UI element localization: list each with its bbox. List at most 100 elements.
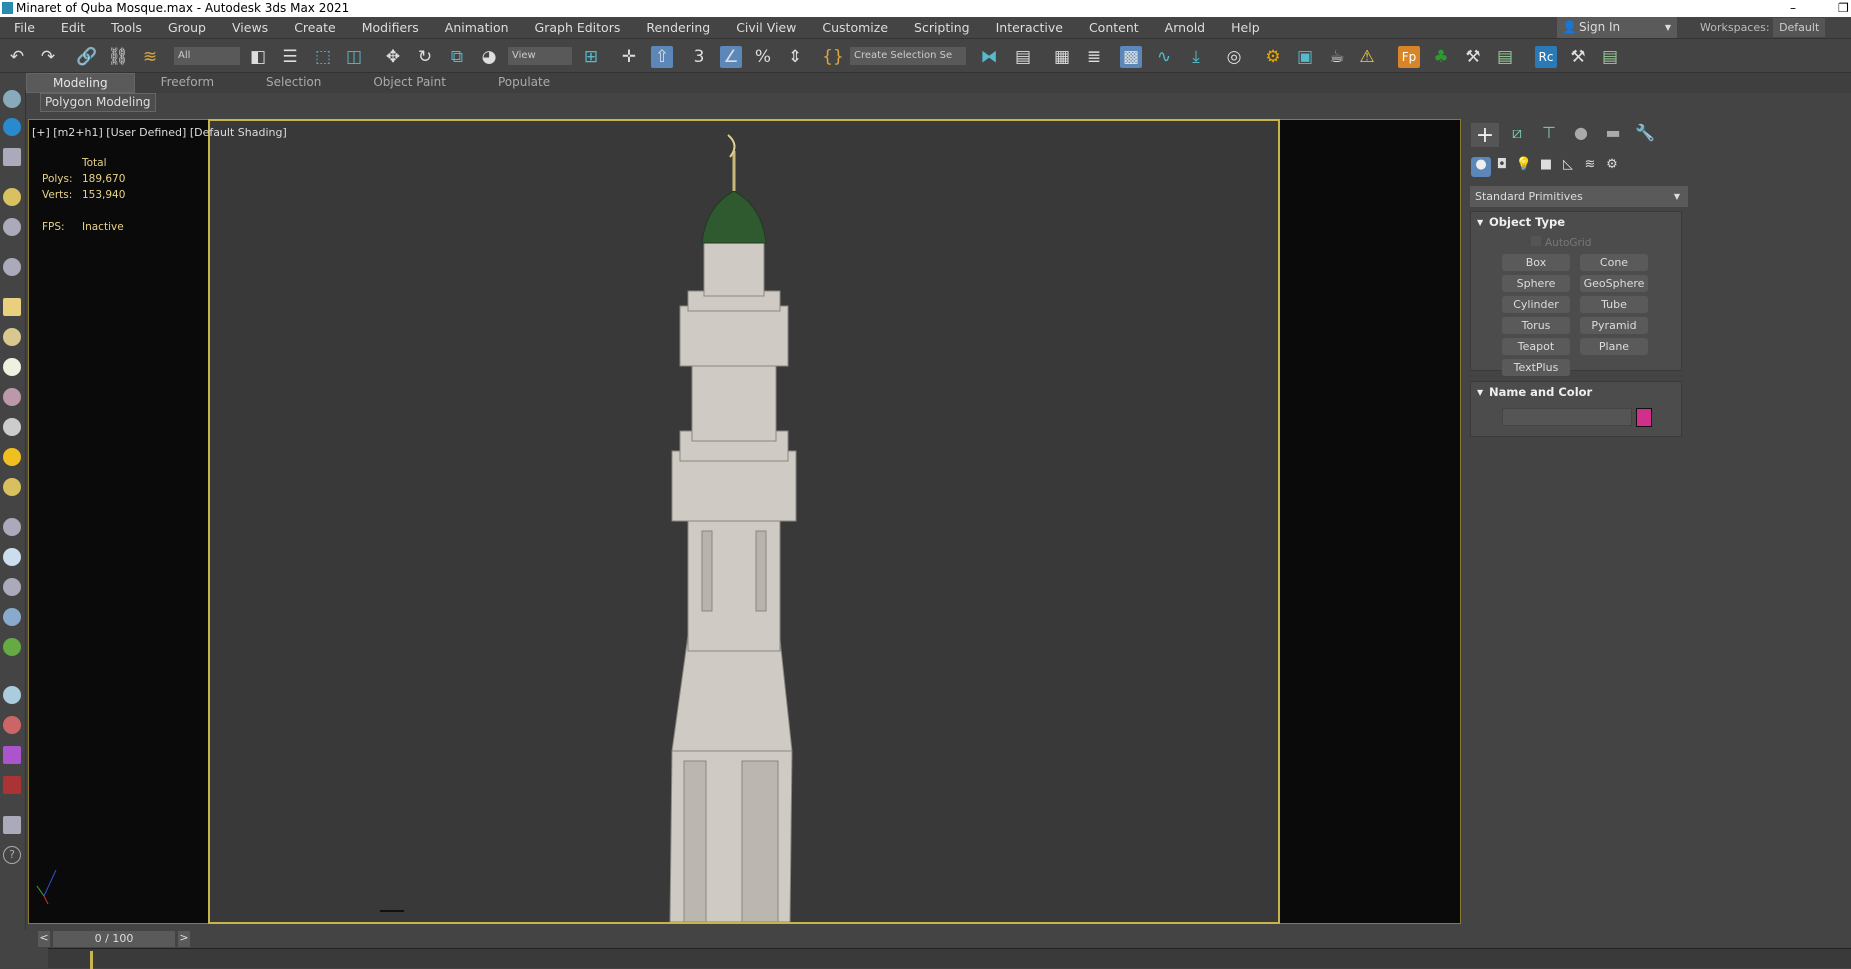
- menu-civil-view[interactable]: Civil View: [722, 20, 808, 35]
- palette-icon[interactable]: [3, 716, 21, 734]
- bind-space-warp-icon[interactable]: ≋: [139, 46, 161, 68]
- warning-icon[interactable]: ⚠: [1356, 46, 1378, 68]
- textplus-button[interactable]: TextPlus: [1502, 359, 1570, 376]
- menu-scripting[interactable]: Scripting: [900, 20, 982, 35]
- crown-icon[interactable]: [3, 388, 21, 406]
- material-sphere-icon[interactable]: [3, 686, 21, 704]
- plane-icon[interactable]: [3, 298, 21, 316]
- tools-icon[interactable]: ⚒: [1462, 46, 1484, 68]
- sphere-icon[interactable]: [3, 358, 21, 376]
- lights-category-icon[interactable]: 💡: [1515, 157, 1533, 181]
- ribbon-tab-freeform[interactable]: Freeform: [135, 73, 240, 93]
- hemisphere-icon[interactable]: [3, 328, 21, 346]
- prev-frame-button[interactable]: <: [38, 931, 50, 947]
- select-object-icon[interactable]: ◧: [247, 46, 269, 68]
- utilities-tab-icon[interactable]: 🔧: [1631, 123, 1659, 147]
- shapes-category-icon[interactable]: ◘: [1493, 157, 1511, 181]
- autogrid-checkbox[interactable]: AutoGrid: [1531, 236, 1591, 249]
- pivot-icon[interactable]: ⊞: [580, 46, 602, 68]
- render-icon[interactable]: [3, 118, 21, 136]
- restore-button[interactable]: ❐: [1838, 0, 1849, 17]
- teapot-icon[interactable]: [3, 90, 21, 108]
- menu-rendering[interactable]: Rendering: [632, 20, 722, 35]
- systems-category-icon[interactable]: ⚙: [1603, 157, 1621, 181]
- placement-icon[interactable]: ◕: [478, 46, 500, 68]
- modify-tab-icon[interactable]: ⧄: [1503, 123, 1531, 147]
- snaps-toggle-icon[interactable]: 3: [688, 46, 710, 68]
- schematic-view-icon[interactable]: ⤓: [1185, 46, 1207, 68]
- workspace-select[interactable]: Default: [1773, 18, 1826, 37]
- camera-icon[interactable]: [3, 218, 21, 236]
- geometry-category-icon[interactable]: ●: [1471, 157, 1491, 177]
- menu-edit[interactable]: Edit: [47, 20, 97, 35]
- cone-icon[interactable]: [3, 418, 21, 436]
- angle-snap-icon[interactable]: ∠: [720, 46, 742, 68]
- ribbon-tab-modeling[interactable]: Modeling: [26, 73, 135, 93]
- reference-coordinate-dropdown[interactable]: View: [508, 47, 572, 65]
- help-icon[interactable]: ?: [3, 846, 21, 864]
- rollout-title[interactable]: Object Type: [1489, 215, 1565, 229]
- menu-create[interactable]: Create: [280, 20, 348, 35]
- track-bar[interactable]: [48, 948, 1851, 969]
- menu-help[interactable]: Help: [1217, 20, 1272, 35]
- display-tab-icon[interactable]: ▬: [1599, 123, 1627, 147]
- railclone-icon[interactable]: Rc: [1535, 46, 1557, 68]
- ribbon-tab-populate[interactable]: Populate: [472, 73, 576, 93]
- brush-icon[interactable]: [3, 548, 21, 566]
- menu-content[interactable]: Content: [1075, 20, 1151, 35]
- list-icon[interactable]: ▤: [1494, 46, 1516, 68]
- hierarchy-tab-icon[interactable]: ⊤: [1535, 123, 1563, 147]
- scatter-icon[interactable]: [3, 578, 21, 596]
- select-by-name-icon[interactable]: ☰: [279, 46, 301, 68]
- next-frame-button[interactable]: >: [178, 931, 190, 947]
- sphere-button[interactable]: Sphere: [1502, 275, 1570, 292]
- viewport-label-menu[interactable]: [+] [m2+h1] [User Defined] [Default Shad…: [32, 126, 287, 139]
- gear-icon[interactable]: [3, 608, 21, 626]
- menu-graph-editors[interactable]: Graph Editors: [521, 20, 633, 35]
- keyboard-shortcut-override-icon[interactable]: ⇧: [651, 46, 673, 68]
- object-category-dropdown[interactable]: Standard Primitives ▼: [1470, 186, 1688, 207]
- create-tab-icon[interactable]: +: [1471, 123, 1499, 148]
- material-library-icon[interactable]: [3, 746, 21, 764]
- selection-filter-dropdown[interactable]: All: [174, 47, 240, 65]
- object-color-swatch[interactable]: [1636, 408, 1652, 427]
- particle-icon[interactable]: [3, 518, 21, 536]
- menu-interactive[interactable]: Interactive: [982, 20, 1075, 35]
- curve-editor-icon[interactable]: ∿: [1153, 46, 1175, 68]
- frame-slider-thumb[interactable]: 0 / 100: [53, 931, 175, 947]
- time-marker[interactable]: [90, 951, 93, 969]
- redo-icon[interactable]: ↷: [37, 46, 59, 68]
- mirror-icon[interactable]: ⧓: [978, 46, 1000, 68]
- spinner-snap-icon[interactable]: ⇕: [784, 46, 806, 68]
- window-crossing-icon[interactable]: ◫: [343, 46, 365, 68]
- plane-button[interactable]: Plane: [1580, 338, 1648, 355]
- menu-file[interactable]: File: [0, 20, 47, 35]
- sun-icon[interactable]: [3, 448, 21, 466]
- ribbon-tab-object-paint[interactable]: Object Paint: [347, 73, 472, 93]
- polygon-modeling-panel[interactable]: Polygon Modeling: [40, 93, 156, 112]
- space-warps-category-icon[interactable]: ≋: [1581, 157, 1599, 181]
- tube-button[interactable]: Tube: [1580, 296, 1648, 313]
- rotate-icon[interactable]: ↻: [414, 46, 436, 68]
- link-icon[interactable]: 🔗: [76, 46, 98, 68]
- rollout-title[interactable]: Name and Color: [1489, 385, 1592, 399]
- unlink-icon[interactable]: ⛓: [107, 46, 129, 68]
- named-selection-dropdown[interactable]: Create Selection Se: [850, 47, 966, 65]
- menu-arnold[interactable]: Arnold: [1151, 20, 1217, 35]
- helpers-category-icon[interactable]: ◺: [1559, 157, 1577, 181]
- image-icon[interactable]: [3, 148, 21, 166]
- align-icon[interactable]: ▤: [1012, 46, 1034, 68]
- manipulate-icon[interactable]: ✛: [618, 46, 640, 68]
- railclone-tree-icon[interactable]: ♣: [1430, 46, 1452, 68]
- torus-button[interactable]: Torus: [1502, 317, 1570, 334]
- cameras-category-icon[interactable]: ■: [1537, 157, 1555, 181]
- menu-tools[interactable]: Tools: [97, 20, 154, 35]
- box-button[interactable]: Box: [1502, 254, 1570, 271]
- scale-icon[interactable]: ⧉: [446, 46, 468, 68]
- menu-views[interactable]: Views: [218, 20, 280, 35]
- grass-icon[interactable]: [3, 638, 21, 656]
- percent-snap-icon[interactable]: %: [752, 46, 774, 68]
- cylinder-button[interactable]: Cylinder: [1502, 296, 1570, 313]
- teapot-button[interactable]: Teapot: [1502, 338, 1570, 355]
- tools-icon-2[interactable]: ⚒: [1567, 46, 1589, 68]
